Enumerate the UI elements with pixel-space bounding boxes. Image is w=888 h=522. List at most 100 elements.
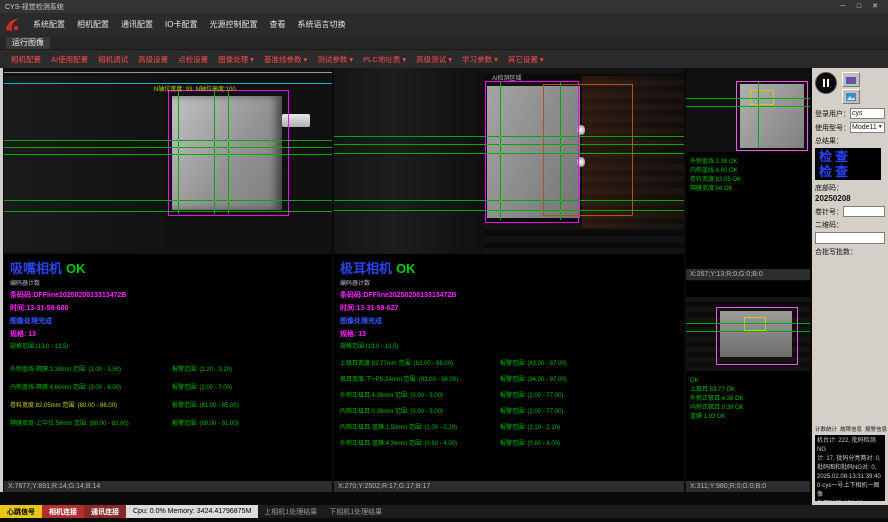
statistics-line: 0-cys一号上下相机一图像	[817, 482, 883, 500]
pause-button[interactable]	[815, 72, 837, 94]
toolbar-button[interactable]: 高级测试 ▾	[411, 54, 457, 65]
barcode-text: 条码码:DFFline2025020813313472B	[10, 290, 330, 300]
statistics-tab[interactable]: 故障信息	[840, 425, 862, 433]
measurement-row: 外侧正极耳-蓝膜:4.36mm 范围: (0.60 - 4.00) 报警范围: …	[340, 438, 682, 447]
measurement-row: 外侧蓝线-隔膜:3.38mm 范围: (3.00 - 3.50) 报警范围: (…	[10, 364, 330, 373]
time-text: 时间:13-31-59-627	[340, 303, 682, 313]
menu-item[interactable]: 光源控制配置	[203, 19, 263, 30]
small-result-lines: 外侧蓝线:3.38 OK 内侧蓝线:4.60 OK 卷料宽度:82.05 OK …	[690, 158, 808, 194]
statistics-line: 计: 17, 批码分亮两对: 0,	[817, 455, 883, 464]
status-ok: OK	[396, 261, 416, 276]
cpu-memory-readout: Cpu: 0.0% Memory: 3424.41796875M	[126, 505, 258, 518]
menu-item[interactable]: IO卡配置	[159, 19, 203, 30]
menu-item[interactable]: 相机配置	[71, 19, 115, 30]
chevron-down-icon: ▼	[878, 123, 883, 132]
toolbar-button[interactable]: 其它设置 ▾	[503, 54, 549, 65]
alarm-range-text: 报警范围: (83.00 - 87.00)	[500, 358, 682, 367]
camera-subtitle: 编码器计数	[340, 278, 682, 287]
menu-item[interactable]: 系统配置	[27, 19, 71, 30]
left-scroll-edge[interactable]	[0, 68, 3, 492]
menu-item[interactable]: 通讯配置	[115, 19, 159, 30]
camera-view-left[interactable]: N轴位宽度: 93. N轴位高度:100 吸嘴相机OK 编码器计数 条码码:DF…	[4, 68, 332, 492]
measurement-row: 卷料宽度:82.05mm 范围: (80.00 - 86.00) 报警范围: (…	[10, 400, 330, 409]
toolbar-button[interactable]: 学习参数 ▾	[457, 54, 503, 65]
small-result-line: 外侧正极耳:4.38 OK	[690, 395, 808, 404]
statistics-tab[interactable]: 计数统计	[815, 425, 837, 433]
toolbar-button[interactable]: 点检设置	[173, 54, 213, 65]
camera-image-middle: AI检测区域	[334, 68, 684, 254]
camera-icon	[846, 76, 856, 84]
maximize-button[interactable]: □	[851, 0, 867, 13]
small-result-line: OK	[690, 377, 808, 386]
camera-connection-badge: 相机连接	[42, 505, 84, 518]
statistics-tabs: 计数统计 故障信息 报警信息	[815, 425, 885, 433]
measure-line	[4, 200, 332, 201]
menu-item[interactable]: 系统语言切换	[291, 19, 351, 30]
measure-line-vertical	[178, 90, 179, 214]
login-user-field[interactable]: cys	[850, 108, 885, 119]
measure-line	[686, 98, 810, 99]
measurement-row: 外侧正极耳:4.38mm 范围: (0.00 - 9.00) 报警范围: (2.…	[340, 390, 682, 399]
control-buttons	[815, 72, 885, 104]
camera-view-small-bottom[interactable]: OK 上极耳:83.77 OK 外侧正极耳:4.38 OK 内侧正极耳:0.38…	[686, 281, 810, 492]
result-text-left: 吸嘴相机OK 编码器计数 条码码:DFFline2025020813313472…	[10, 258, 330, 436]
camera-subtitle: 编码器计数	[10, 278, 330, 287]
close-button[interactable]: ✕	[867, 0, 883, 13]
measurement-text: 内侧蓝线-隔膜:4.60mm 范围: (3.00 - 6.00)	[10, 382, 172, 391]
small-result-line: 内侧正极耳:0.38 OK	[690, 404, 808, 413]
small-result-line: 外侧蓝线:3.38 OK	[690, 158, 808, 167]
roi-dimension-label: N轴位宽度: 93. N轴位高度:100	[154, 84, 236, 93]
menu-item[interactable]: 查看	[263, 19, 291, 30]
camera-title: 极耳相机 OK	[340, 258, 682, 277]
toolbar-button[interactable]: 高级设置	[133, 54, 173, 65]
toolbar-button[interactable]: 基准线参数 ▾	[259, 54, 312, 65]
toolbar-button[interactable]: 图像处理 ▾	[213, 54, 259, 65]
toolbar-button[interactable]: PLC地址表 ▾	[358, 54, 411, 65]
measurement-list: 上极耳宽度:83.77mm 范围: (82.00 - 88.00) 报警范围: …	[340, 358, 682, 447]
toolbar-button[interactable]: AI使用配置	[46, 54, 93, 65]
toolbar-button[interactable]: 相机调试	[93, 54, 133, 65]
heartbeat-status-badge: 心跳信号	[0, 505, 42, 518]
tab-row: 运行图像	[0, 36, 888, 49]
pause-icon	[827, 79, 829, 87]
alarm-range-text: 报警范围: (1.10 - 2.10)	[500, 422, 682, 431]
machine-silhouette	[4, 76, 166, 252]
measurement-text: 上极耳宽度:83.77mm 范围: (82.00 - 88.00)	[340, 358, 500, 367]
measurement-text: 隔膜宽度-上中位:56mm 范围: (88.00 - 92.00)	[10, 418, 172, 427]
toolbar-button[interactable]: 测试参数 ▾	[312, 54, 358, 65]
camera-view-middle[interactable]: AI检测区域 极耳相机OK 编码器计数 条码码:DFFline202502081…	[334, 68, 684, 492]
measure-line-vertical	[500, 82, 501, 220]
measure-line-vertical	[228, 90, 229, 214]
measure-line	[334, 144, 684, 145]
measurement-text: 内侧正极耳:0.38mm 范围: (0.00 - 9.00)	[340, 406, 500, 415]
bottom-code-label: 底部码：	[815, 183, 843, 193]
status-bar: 心跳信号 相机连接 通讯连接 Cpu: 0.0% Memory: 3424.41…	[0, 505, 888, 518]
measurement-row: 上极耳宽度:83.77mm 范围: (82.00 - 88.00) 报警范围: …	[340, 358, 682, 367]
minimize-button[interactable]: ─	[835, 0, 851, 13]
ai-region-label: AI检测区域	[492, 73, 522, 82]
statistics-tab[interactable]: 报警信息	[865, 425, 887, 433]
image-save-button[interactable]	[842, 89, 860, 104]
result-line-1: 检查	[819, 149, 877, 164]
statistics-log: 机台计: 222, 批码检测NG 计: 17, 批码分亮两对: 0, 批码图和批…	[815, 435, 885, 501]
title-bar: CYS-视觉检测系统 ─ □ ✕	[0, 0, 888, 13]
measure-line	[334, 136, 684, 137]
upper-camera-result-label: 上相机1处理结果	[258, 505, 323, 518]
qr-code-field[interactable]	[815, 232, 885, 244]
toolbar-button[interactable]: 相机配置	[6, 54, 46, 65]
small-result-line: 蓝膜:1.93 OK	[690, 413, 808, 422]
toolbar: 相机配置 AI使用配置 相机调试 高级设置 点检设置 图像处理 ▾ 基准线参数 …	[0, 49, 888, 68]
statistics-line: 批码图和批码NG对: 0,	[817, 464, 883, 473]
measure-line	[4, 140, 332, 141]
roll-needle-field[interactable]	[843, 206, 885, 217]
measure-line-vertical	[560, 82, 561, 220]
measure-line	[4, 211, 332, 212]
total-result-label: 总结果：	[815, 136, 843, 146]
tab-run-image[interactable]: 运行图像	[6, 37, 50, 49]
model-select[interactable]: Mode11 ▼	[850, 122, 885, 133]
camera-view-small-top[interactable]: 外侧蓝线:3.38 OK 内侧蓝线:4.60 OK 卷料宽度:82.05 OK …	[686, 68, 810, 280]
camera-name: 极耳相机	[340, 261, 392, 276]
process-status-text: 图像处理完成	[340, 316, 682, 326]
camera-snapshot-button[interactable]	[842, 72, 860, 87]
pause-icon	[823, 79, 825, 87]
